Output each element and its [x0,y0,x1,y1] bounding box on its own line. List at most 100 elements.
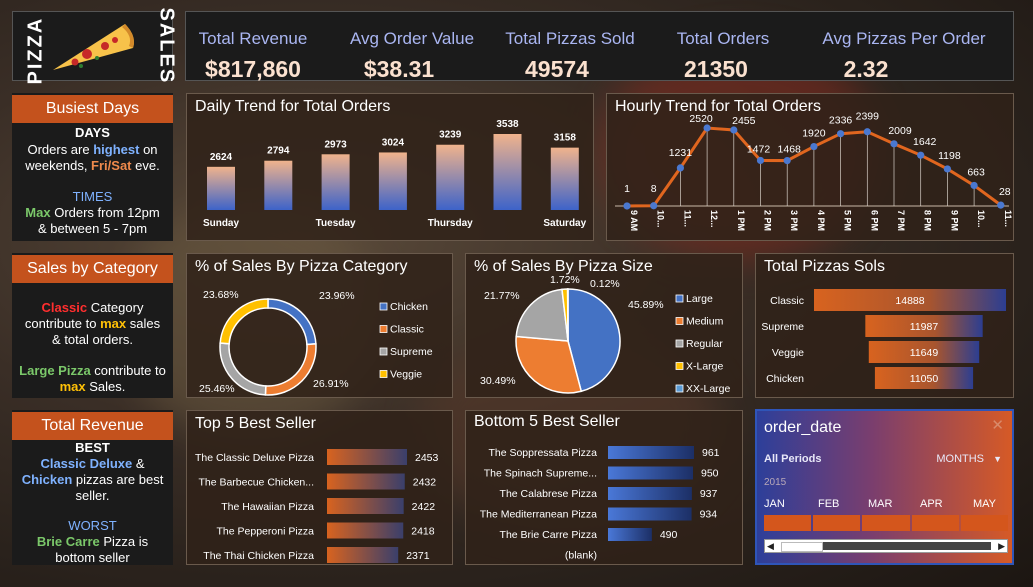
hourly-axis-label: 9 PM [949,210,959,231]
text: contribute to [24,316,101,331]
month-tile[interactable] [911,515,959,531]
daily-bar [550,147,579,210]
order-date-slicer[interactable]: order_date ✕ All Periods MONTHS ▼ 2015 J… [755,409,1014,565]
daily-bar [207,166,235,210]
hourly-point-label: 1472 [747,143,771,155]
top5-bar [327,547,399,563]
hourly-point [970,181,978,190]
kpi-label: Avg Order Value [349,29,475,48]
hourly-axis-label: 8 PM [923,210,933,231]
size-pie-chart: 45.89% 30.49% 21.77% 1.72% 0.12% Large Medium R… [480,274,731,395]
bottom5-value: 934 [700,509,718,521]
legend-label: Chicken [390,301,428,313]
kpi-label: Avg Pizzas Per Order [822,29,986,48]
text: & [132,456,145,471]
size-slice-label: 30.49% [480,375,516,387]
bottom5-name: The Calabrese Pizza [500,488,598,500]
bottom5-bar [608,446,694,459]
pizzas-sold-chart: 14888 Classic 11987 Supreme 11649 Veggie 11050… [761,289,1006,389]
hourly-point-label: 663 [967,166,985,178]
busiest-days-panel: Busiest Days DAYS Orders are highest on … [12,93,173,241]
bottom5-value: 961 [702,447,720,459]
kpi-value: 49574 [525,56,589,82]
hourly-point-label: 8 [651,183,657,195]
text: Pizza is [99,534,149,549]
top5-name: The Barbecue Chicken... [198,477,314,489]
chevron-down-icon: ▼ [993,454,1002,464]
hourly-axis-label: 3 PM [789,210,799,231]
top5-value: 2371 [406,550,430,562]
time-level-dropdown[interactable]: MONTHS ▼ [936,453,1002,465]
size-pie-slice [515,288,569,342]
month-tile[interactable] [764,515,812,531]
hourly-point-label: 2455 [732,115,756,127]
month-tile[interactable] [862,515,910,531]
size-pie-panel: % of Sales By Pizza Size 45.89% 30.49% 21.… [465,253,743,398]
legend-swatch [675,362,684,370]
category-slice-label: 23.68% [203,289,239,301]
daily-axis-label: Saturday [543,218,586,229]
pizzas-sold-value: 11649 [910,347,939,359]
daily-bar-label: 2973 [324,139,347,150]
note-line: & total orders. [52,332,133,347]
legend-label: XX-Large [686,383,731,395]
sales-by-category-title: Sales by Category [12,255,173,283]
month-tiles[interactable] [764,515,1009,531]
note-line: Brie Carre Pizza is [12,534,173,550]
hourly-axis-label: 5 PM [843,210,853,231]
legend-label: Large [686,293,713,305]
bottom5-bar [608,487,692,500]
note-line: max Sales. [12,379,173,395]
hourly-point-label: 2399 [856,111,880,123]
hourly-axis-label: 11... [1003,210,1013,227]
times-heading: TIMES [72,189,113,204]
timeline-scrollbar[interactable]: ◀ ▶ [764,539,1008,553]
top5-name: The Hawaiian Pizza [221,501,314,513]
note-line: bottom seller [55,550,130,565]
bottom5-name: The Mediterranean Pizza [480,509,597,521]
daily-trend-chart: 2624 Sunday 2794 2973 Tuesday 3024 3239 Thursda… [203,119,587,229]
times-line-2: & between 5 - 7pm [37,221,148,236]
hourly-axis-label: 2 PM [763,210,773,231]
text: Sales. [85,379,126,394]
text: max [59,379,86,394]
month-tile[interactable] [813,515,861,531]
bottom5-value: 490 [660,529,678,541]
clear-filter-icon[interactable]: ✕ [991,416,1004,434]
daily-axis-label: Sunday [203,218,240,229]
pizzas-sold-value: 14888 [895,295,924,307]
category-pie-panel: % of Sales By Pizza Category 23.96% 26.91… [186,253,453,398]
top5-bar [327,498,404,514]
note-line: Large Pizza contribute to [12,363,173,379]
kpi-value: 21350 [684,56,748,82]
top5-chart: The Classic Deluxe Pizza 2453 The Barbecue… [195,449,439,563]
hourly-point [756,156,765,165]
month-label: APR [920,498,943,510]
month-tile[interactable] [960,515,1009,531]
bottom5-name: The Soppressata Pizza [488,447,597,459]
hourly-point-label: 1 [624,183,630,195]
hourly-point-label: 28 [999,186,1011,198]
month-label: JAN [764,498,785,510]
daily-axis-label: Tuesday [316,218,356,229]
bottom5-panel: Bottom 5 Best Seller The Soppressata Piz… [465,410,743,565]
hourly-point [943,165,951,173]
pizzas-sold-category: Classic [770,295,804,307]
scroll-right-icon[interactable]: ▶ [998,541,1005,552]
bottom5-name: (blank) [565,550,597,562]
top5-bar [327,449,407,465]
total-revenue-panel: Total Revenue BEST Classic Deluxe & Chic… [12,410,173,565]
scroll-thumb[interactable] [781,542,823,552]
sales-by-category-panel: Sales by Category Classic Category contr… [12,253,173,398]
hourly-point [810,142,818,151]
hourly-axis-label: 1 PM [736,210,746,231]
note-line: contribute to max sales [12,316,173,332]
scroll-left-icon[interactable]: ◀ [767,541,774,552]
all-periods-label: All Periods [764,453,822,465]
hourly-point-label: 1642 [913,136,937,148]
bottom5-bar [608,466,694,480]
legend-swatch [379,325,388,333]
daily-bar [264,160,293,210]
best-heading: BEST [75,440,110,455]
month-label: MAR [868,498,893,510]
